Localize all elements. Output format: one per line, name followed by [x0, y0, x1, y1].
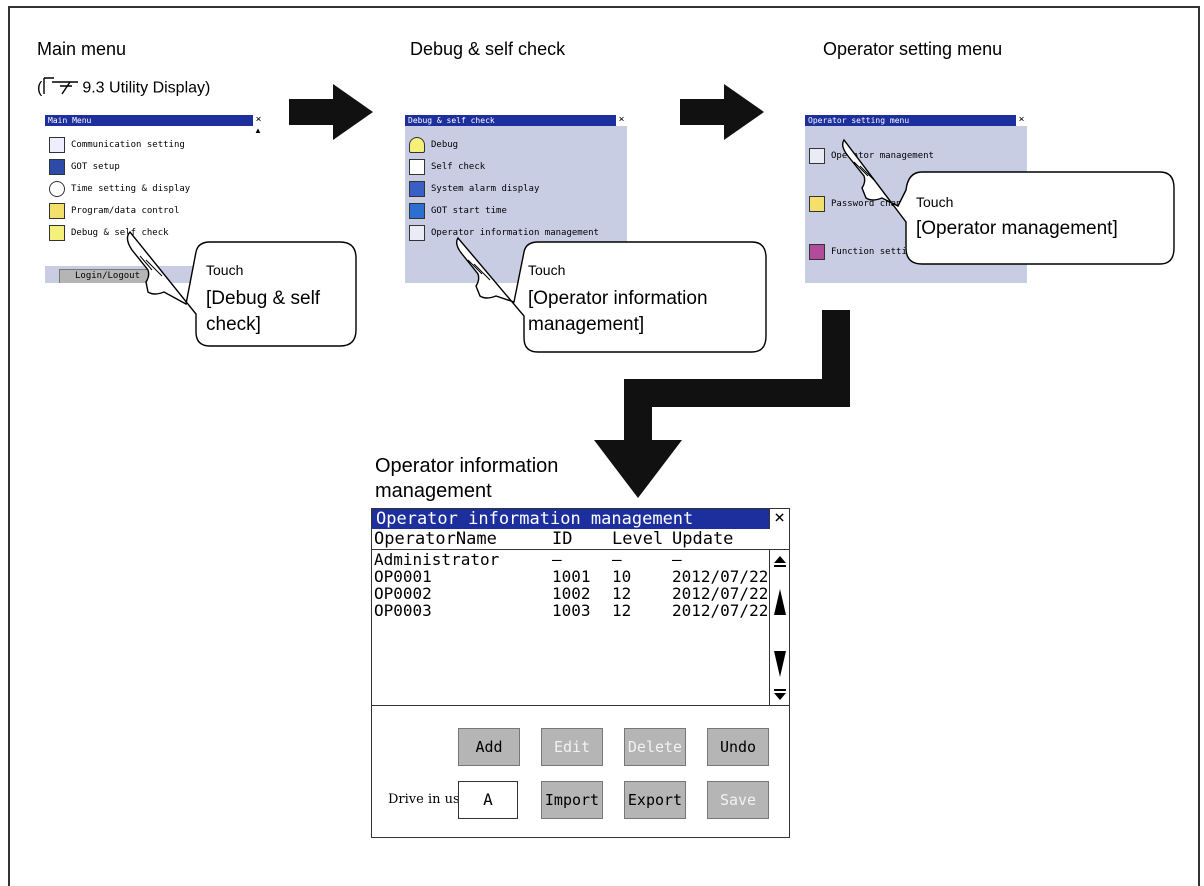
callout-operator-management: Touch [Operator management] [840, 138, 1180, 268]
folder-icon [49, 203, 65, 219]
start-time-icon [409, 203, 425, 219]
operator-setting-title-bar: Operator setting menu × [805, 115, 1027, 126]
menu-item-got-start-time[interactable]: GOT start time [409, 201, 507, 221]
table-row[interactable]: Administrator – – – [372, 551, 767, 568]
caption-operator-info-mgmt-1: Operator information [375, 455, 559, 477]
debug-icon [409, 137, 425, 153]
close-icon[interactable]: × [616, 115, 627, 126]
menu-item-self-check[interactable]: Self check [409, 157, 485, 177]
menu-item-got-setup[interactable]: GOT setup [49, 157, 120, 177]
callout-operator-information-management: Touch [Operator information management] [452, 230, 772, 355]
menu-item-communication-setting[interactable]: Communication setting [49, 135, 185, 155]
clock-icon [49, 181, 65, 197]
main-menu-title-bar: Main Menu × [45, 115, 264, 126]
menu-item-system-alarm-display[interactable]: System alarm display [409, 179, 539, 199]
table-row[interactable]: OP0002 1002 12 2012/07/22 [372, 585, 768, 602]
column-id: ID [552, 529, 573, 549]
column-update: Update [672, 529, 734, 549]
debug-title-bar: Debug & self check × [405, 115, 627, 126]
close-icon[interactable]: × [1016, 115, 1027, 126]
scroll-top-icon[interactable] [770, 552, 789, 574]
menu-item-time-setting[interactable]: Time setting & display [49, 179, 190, 199]
table-scrollbar[interactable] [769, 550, 789, 705]
communication-icon [49, 137, 65, 153]
caption-operator-info-mgmt-2: management [375, 480, 492, 502]
edit-button[interactable]: Edit [541, 728, 603, 766]
column-operator-name: OperatorName [374, 529, 497, 549]
table-row[interactable]: OP0003 1003 12 2012/07/22 [372, 602, 768, 619]
password-icon [809, 196, 825, 212]
drive-in-use-value[interactable]: A [458, 781, 518, 819]
delete-button[interactable]: Delete [624, 728, 686, 766]
drive-in-use-label: Drive in use [388, 792, 468, 807]
debug-icon [49, 225, 65, 241]
table-row[interactable]: OP0001 1001 10 2012/07/22 [372, 568, 768, 585]
scroll-top-icon[interactable]: ▲ [252, 126, 264, 135]
callout-debug-self-check: Touch [Debug & self check] [110, 230, 360, 350]
scroll-up-icon[interactable] [770, 582, 789, 622]
undo-button[interactable]: Undo [707, 728, 769, 766]
got-setup-icon [49, 159, 65, 175]
self-check-icon [409, 159, 425, 175]
close-icon[interactable]: × [769, 509, 789, 529]
close-icon[interactable]: × [253, 115, 264, 126]
scroll-bottom-icon[interactable] [770, 684, 789, 704]
caption-main-menu: Main menu [37, 39, 127, 59]
operator-management-icon [809, 148, 825, 164]
menu-item-debug[interactable]: Debug [409, 135, 458, 155]
column-level: Level [612, 529, 664, 549]
menu-item-program-data-control[interactable]: Program/data control [49, 201, 179, 221]
save-button[interactable]: Save [707, 781, 769, 819]
alarm-icon [409, 181, 425, 197]
export-button[interactable]: Export [624, 781, 686, 819]
caption-operator-setting-menu: Operator setting menu [823, 39, 1003, 59]
operator-info-controls: Add Edit Delete Undo Drive in use A Impo… [372, 705, 789, 837]
arrow-right-icon [289, 84, 373, 140]
function-setting-icon [809, 244, 825, 260]
caption-reference: ( 9.3 Utility Display) [37, 76, 210, 101]
scroll-down-icon[interactable] [770, 644, 789, 684]
caption-debug-self-check: Debug & self check [410, 39, 566, 59]
reference-icon [42, 76, 82, 101]
add-button[interactable]: Add [458, 728, 520, 766]
operator-information-management-screen: Operator information management × Operato… [371, 508, 790, 838]
import-button[interactable]: Import [541, 781, 603, 819]
operator-info-icon [409, 225, 425, 241]
table-header: OperatorName ID Level Update [372, 529, 789, 550]
arrow-right-icon [680, 84, 764, 140]
operator-info-title-bar: Operator information management × [372, 509, 789, 529]
